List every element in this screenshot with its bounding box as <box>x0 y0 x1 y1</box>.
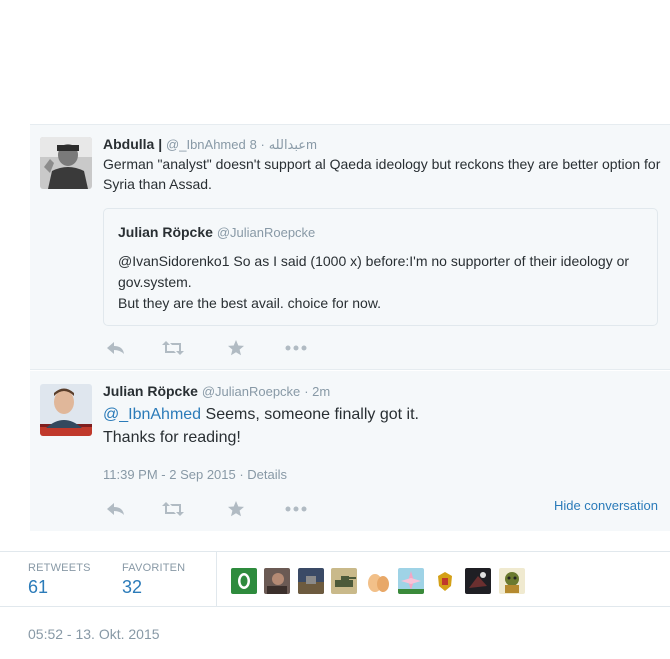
favoriter-avatar[interactable] <box>231 568 257 594</box>
retweet-button[interactable] <box>160 337 186 359</box>
favoriter-avatar[interactable] <box>398 568 424 594</box>
page: Abdulla | @_IbnAhmed عبدالله · 8m German… <box>0 0 670 659</box>
stats-divider <box>216 552 217 607</box>
tweet-header: Abdulla | @_IbnAhmed عبدالله · 8m <box>103 135 317 154</box>
tweet-actions <box>103 498 333 520</box>
retweets-count: 61 <box>28 577 49 597</box>
tweet-stats: RETWEETS 61 FAVORITEN 32 <box>0 551 670 607</box>
star-icon <box>228 340 244 356</box>
favoriter-avatar[interactable] <box>365 568 391 594</box>
retweet-icon <box>162 341 184 355</box>
favorites-stat[interactable]: FAVORITEN 32 <box>122 562 185 598</box>
quoted-tweet[interactable]: Julian Röpcke @JulianRoepcke @IvanSidore… <box>103 208 658 326</box>
favoriter-avatar[interactable] <box>331 568 357 594</box>
author-username[interactable]: @_IbnAhmed <box>166 137 246 152</box>
retweet-button[interactable] <box>160 498 186 520</box>
tweet-text-part: Seems, someone finally got it. <box>201 406 419 423</box>
star-icon <box>228 501 244 517</box>
author-fullname[interactable]: Julian Röpcke <box>103 383 198 399</box>
tweet-datetime[interactable]: 05:52 - 13. Okt. 2015 <box>28 626 160 642</box>
favoriter-avatar[interactable] <box>465 568 491 594</box>
reply-icon <box>107 342 124 354</box>
quoted-tweet-header: Julian Röpcke @JulianRoepcke <box>118 224 315 240</box>
author-username[interactable]: @JulianRoepcke <box>202 384 300 399</box>
tweet-header: Julian Röpcke @JulianRoepcke · 2m <box>103 382 330 401</box>
author-arabic-name: عبدالله <box>268 137 307 152</box>
favoriter-avatar[interactable] <box>298 568 324 594</box>
tweet-timestamp[interactable]: · 2m <box>304 384 330 399</box>
retweet-icon <box>162 502 184 516</box>
tweet-text: German "analyst" doesn't support al Qaed… <box>103 156 661 192</box>
more-icon <box>285 506 307 512</box>
tweet-julian[interactable]: Julian Röpcke @JulianRoepcke · 2m @_IbnA… <box>30 371 670 531</box>
reply-icon <box>107 503 124 515</box>
quoted-author-username: @JulianRoepcke <box>216 225 316 240</box>
tweet-abdulla[interactable]: Abdulla | @_IbnAhmed عبدالله · 8m German… <box>30 124 670 370</box>
retweets-stat[interactable]: RETWEETS 61 <box>28 562 91 598</box>
reply-button[interactable] <box>103 337 129 359</box>
more-icon <box>285 345 307 351</box>
reply-button[interactable] <box>103 498 129 520</box>
quoted-tweet-text: @IvanSidorenko1 So as I said (1000 x) be… <box>118 251 638 314</box>
more-button[interactable] <box>283 498 309 520</box>
tweet-text: @_IbnAhmed Seems, someone finally got it… <box>103 403 663 449</box>
quoted-tweet-line-1: @IvanSidorenko1 So as I said (1000 x) be… <box>118 253 630 290</box>
favorites-count: 32 <box>122 577 143 597</box>
favorite-button[interactable] <box>223 337 249 359</box>
favoriter-avatar[interactable] <box>264 568 290 594</box>
hide-conversation-link[interactable]: Hide conversation <box>554 498 658 513</box>
tweet-text-line-2: Thanks for reading! <box>103 429 241 446</box>
avatar-abdulla[interactable] <box>40 137 92 189</box>
favorites-label: FAVORITEN <box>122 562 186 574</box>
favoriter-avatar[interactable] <box>499 568 525 594</box>
favorite-button[interactable] <box>223 498 249 520</box>
favoriter-avatar[interactable] <box>432 568 458 594</box>
more-button[interactable] <box>283 337 309 359</box>
tweet-actions <box>103 337 333 359</box>
avatar-julian[interactable] <box>40 384 92 436</box>
retweets-label: RETWEETS <box>28 562 91 574</box>
quoted-author-fullname: Julian Röpcke <box>118 224 213 240</box>
quoted-tweet-line-2: But they are the best avail. choice for … <box>118 295 382 311</box>
author-fullname[interactable]: Abdulla | <box>103 136 162 152</box>
tweet-meta[interactable]: 11:39 PM - 2 Sep 2015 · Details <box>103 467 287 482</box>
mention-link[interactable]: @_IbnAhmed <box>103 406 201 423</box>
